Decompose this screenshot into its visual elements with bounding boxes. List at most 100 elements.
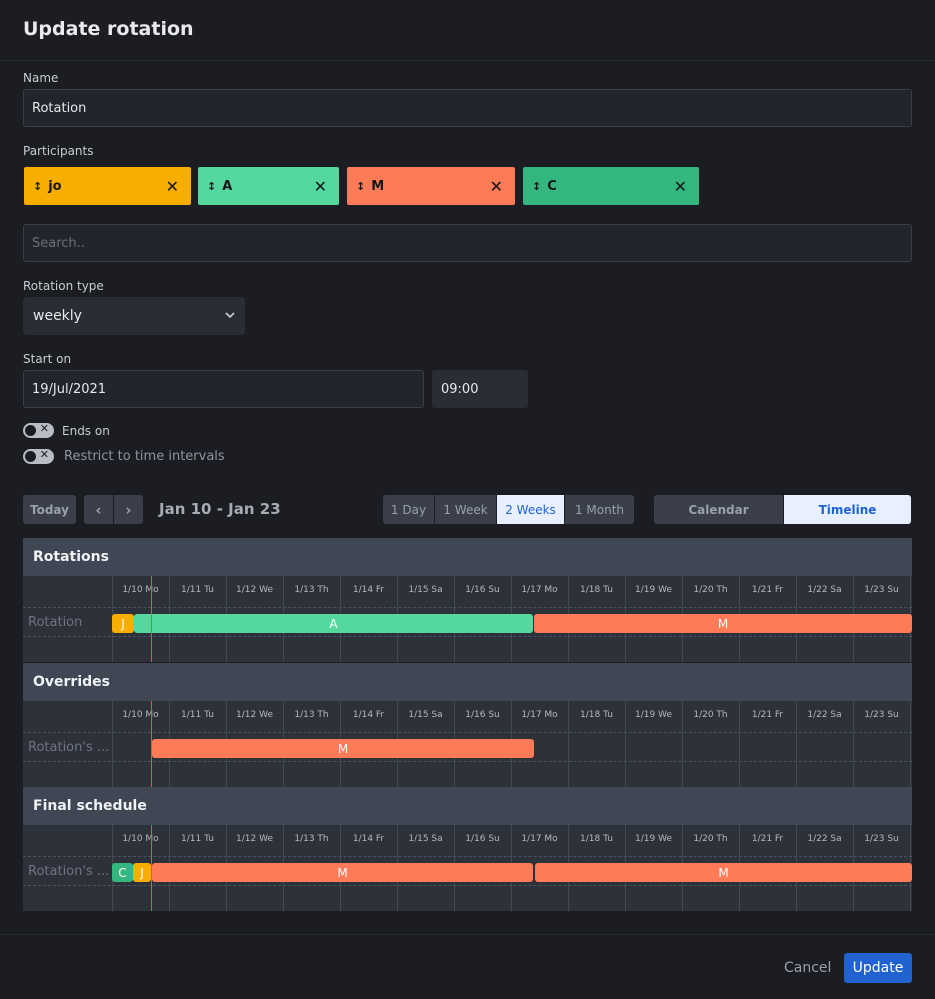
- section-header: Rotations: [23, 538, 912, 576]
- name-label: Name: [23, 71, 59, 85]
- close-icon: ✕: [39, 422, 49, 435]
- timeline-grid: 1/10 Mo 1/11 Tu 1/12 We 1/13 Th 1/14 Fr 1/15 …: [23, 825, 912, 911]
- participant-name: jo: [48, 178, 62, 194]
- day-label: 1/21 Fr: [751, 834, 784, 844]
- day-label: 1/17 Mo: [521, 834, 558, 844]
- toggle-knob: [25, 425, 36, 436]
- participant-chip[interactable]: ↕ C ✕: [523, 167, 699, 205]
- shift-bar[interactable]: J: [112, 614, 134, 633]
- row-label: Rotation's ...: [28, 740, 110, 755]
- chevron-down-icon: [225, 312, 235, 319]
- day-label: 1/23 Su: [864, 585, 899, 595]
- section-header: Final schedule: [23, 787, 912, 825]
- day-label: 1/21 Fr: [751, 710, 784, 720]
- day-label: 1/14 Fr: [352, 585, 385, 595]
- close-icon: ✕: [39, 448, 49, 461]
- row-divider: [23, 732, 912, 733]
- row-label: Rotation: [28, 615, 83, 630]
- footer-divider: [0, 934, 935, 935]
- prev-button[interactable]: ‹: [84, 495, 113, 524]
- close-icon[interactable]: ✕: [166, 177, 179, 196]
- current-time-line: [151, 701, 152, 787]
- day-label: 1/17 Mo: [521, 585, 558, 595]
- day-label: 1/20 Th: [693, 585, 728, 595]
- day-label: 1/20 Th: [693, 710, 728, 720]
- row-label: Rotation's ...: [28, 864, 110, 879]
- shift-bar[interactable]: M: [534, 614, 912, 633]
- day-label: 1/12 We: [236, 834, 273, 844]
- drag-handle-icon[interactable]: ↕: [33, 180, 42, 193]
- timeline-mode-button[interactable]: Timeline: [784, 495, 911, 524]
- update-button[interactable]: Update: [844, 953, 912, 983]
- day-label: 1/11 Tu: [181, 834, 214, 844]
- modal-title: Update rotation: [23, 18, 194, 40]
- day-label: 1/19 We: [635, 585, 672, 595]
- shift-bar[interactable]: A: [134, 614, 533, 633]
- day-label: 1/13 Th: [294, 585, 329, 595]
- name-input[interactable]: Rotation: [23, 89, 912, 127]
- day-label: 1/16 Su: [465, 710, 500, 720]
- view-1-week-button[interactable]: 1 Week: [435, 495, 496, 524]
- day-label: 1/16 Su: [465, 585, 500, 595]
- participant-chip[interactable]: ↕ M ✕: [347, 167, 515, 205]
- view-2-weeks-button[interactable]: 2 Weeks: [497, 495, 564, 524]
- start-date-value: 19/Jul/2021: [32, 381, 107, 397]
- drag-handle-icon[interactable]: ↕: [207, 180, 216, 193]
- rotation-type-value: weekly: [33, 308, 82, 324]
- today-button[interactable]: Today: [23, 495, 76, 524]
- day-label: 1/21 Fr: [751, 585, 784, 595]
- cancel-button[interactable]: Cancel: [784, 960, 831, 976]
- day-label: 1/22 Sa: [807, 585, 842, 595]
- row-divider: [23, 856, 912, 857]
- day-label: 1/11 Tu: [181, 710, 214, 720]
- next-button[interactable]: ›: [114, 495, 143, 524]
- row-divider: [23, 607, 912, 608]
- close-icon[interactable]: ✕: [490, 177, 503, 196]
- shift-bar[interactable]: J: [133, 863, 151, 882]
- current-time-line: [151, 825, 152, 911]
- participant-chip[interactable]: ↕ jo ✕: [24, 167, 191, 205]
- search-placeholder: Search..: [32, 235, 85, 251]
- day-label: 1/19 We: [635, 834, 672, 844]
- start-date-input[interactable]: 19/Jul/2021: [23, 370, 424, 408]
- close-icon[interactable]: ✕: [674, 177, 687, 196]
- shift-bar[interactable]: M: [152, 863, 533, 882]
- view-1-day-button[interactable]: 1 Day: [383, 495, 434, 524]
- day-label: 1/18 Tu: [580, 710, 613, 720]
- date-range: Jan 10 - Jan 23: [159, 500, 281, 518]
- header-divider: [0, 60, 935, 61]
- close-icon[interactable]: ✕: [314, 177, 327, 196]
- name-value: Rotation: [32, 100, 87, 116]
- day-label: 1/11 Tu: [181, 585, 214, 595]
- participant-search-input[interactable]: Search..: [23, 224, 912, 262]
- participant-chip[interactable]: ↕ A ✕: [198, 167, 339, 205]
- restrict-intervals-toggle[interactable]: ✕: [23, 448, 54, 464]
- rotation-type-select[interactable]: weekly: [23, 297, 245, 335]
- row-divider: [23, 761, 912, 762]
- start-time-input[interactable]: 09:00: [432, 370, 528, 408]
- day-label: 1/15 Sa: [408, 585, 443, 595]
- calendar-mode-button[interactable]: Calendar: [654, 495, 783, 524]
- day-label: 1/13 Th: [294, 710, 329, 720]
- drag-handle-icon[interactable]: ↕: [356, 180, 365, 193]
- start-time-value: 09:00: [441, 381, 479, 397]
- view-1-month-button[interactable]: 1 Month: [565, 495, 634, 524]
- section-header: Overrides: [23, 663, 912, 701]
- timeline-grid: 1/10 Mo 1/11 Tu 1/12 We 1/13 Th 1/14 Fr 1/15 …: [23, 576, 912, 662]
- start-on-label: Start on: [23, 352, 72, 366]
- shift-bar[interactable]: M: [535, 863, 912, 882]
- ends-on-toggle[interactable]: ✕: [23, 422, 54, 438]
- shift-bar[interactable]: M: [152, 739, 534, 758]
- toggle-knob: [25, 451, 36, 462]
- row-divider: [23, 636, 912, 637]
- drag-handle-icon[interactable]: ↕: [532, 180, 541, 193]
- timeline-grid: 1/10 Mo 1/11 Tu 1/12 We 1/13 Th 1/14 Fr 1/15 …: [23, 701, 912, 787]
- participant-name: M: [371, 178, 385, 194]
- day-label: 1/22 Sa: [807, 710, 842, 720]
- day-label: 1/23 Su: [864, 710, 899, 720]
- restrict-intervals-label: Restrict to time intervals: [64, 449, 225, 464]
- shift-bar[interactable]: C: [112, 863, 133, 882]
- day-label: 1/15 Sa: [408, 710, 443, 720]
- day-label: 1/19 We: [635, 710, 672, 720]
- day-label: 1/13 Th: [294, 834, 329, 844]
